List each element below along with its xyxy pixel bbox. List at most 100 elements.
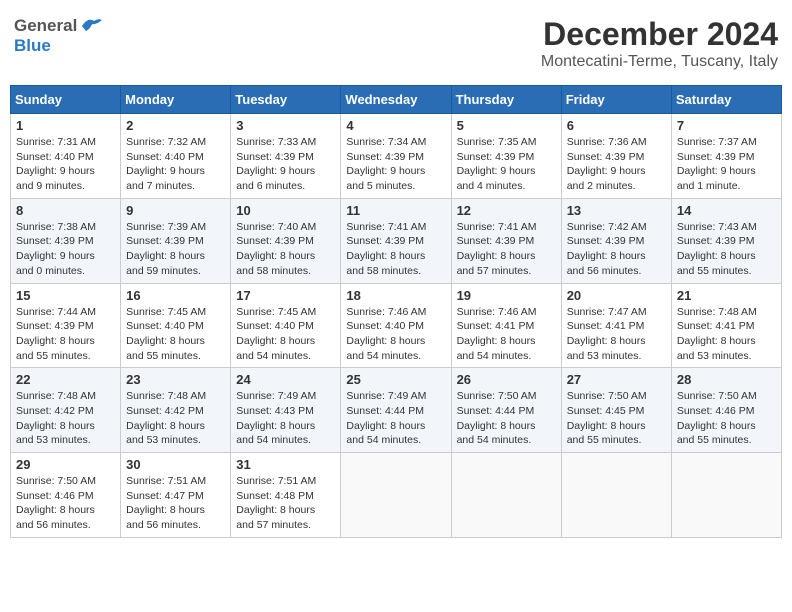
day-number: 8 — [16, 203, 115, 218]
day-info: Sunrise: 7:43 AMSunset: 4:39 PMDaylight:… — [677, 220, 776, 279]
logo-general: General — [14, 16, 77, 36]
col-header-tuesday: Tuesday — [231, 86, 341, 114]
calendar-cell: 1 Sunrise: 7:31 AMSunset: 4:40 PMDaylight… — [11, 114, 121, 199]
calendar-cell: 29 Sunrise: 7:50 AMSunset: 4:46 PMDayligh… — [11, 453, 121, 538]
day-info: Sunrise: 7:41 AMSunset: 4:39 PMDaylight:… — [457, 220, 556, 279]
day-number: 4 — [346, 118, 445, 133]
calendar-cell — [671, 453, 781, 538]
day-number: 18 — [346, 288, 445, 303]
calendar-week-3: 15 Sunrise: 7:44 AMSunset: 4:39 PMDayligh… — [11, 283, 782, 368]
location-title: Montecatini-Terme, Tuscany, Italy — [541, 53, 778, 71]
calendar-cell: 30 Sunrise: 7:51 AMSunset: 4:47 PMDayligh… — [121, 453, 231, 538]
calendar-cell: 20 Sunrise: 7:47 AMSunset: 4:41 PMDayligh… — [561, 283, 671, 368]
day-number: 27 — [567, 372, 666, 387]
day-number: 23 — [126, 372, 225, 387]
calendar-cell: 5 Sunrise: 7:35 AMSunset: 4:39 PMDaylight… — [451, 114, 561, 199]
day-info: Sunrise: 7:40 AMSunset: 4:39 PMDaylight:… — [236, 220, 335, 279]
day-number: 17 — [236, 288, 335, 303]
day-number: 29 — [16, 457, 115, 472]
day-number: 15 — [16, 288, 115, 303]
day-info: Sunrise: 7:51 AMSunset: 4:47 PMDaylight:… — [126, 474, 225, 533]
col-header-wednesday: Wednesday — [341, 86, 451, 114]
day-number: 20 — [567, 288, 666, 303]
day-info: Sunrise: 7:33 AMSunset: 4:39 PMDaylight:… — [236, 135, 335, 194]
calendar-week-4: 22Sunrise: 7:48 AMSunset: 4:42 PMDayligh… — [11, 368, 782, 453]
calendar-header-row: SundayMondayTuesdayWednesdayThursdayFrid… — [11, 86, 782, 114]
day-number: 13 — [567, 203, 666, 218]
calendar-cell: 22Sunrise: 7:48 AMSunset: 4:42 PMDayligh… — [11, 368, 121, 453]
day-info: Sunrise: 7:48 AMSunset: 4:42 PMDaylight:… — [16, 389, 115, 448]
logo-bird-icon — [80, 17, 102, 35]
day-number: 25 — [346, 372, 445, 387]
day-info: Sunrise: 7:50 AMSunset: 4:45 PMDaylight:… — [567, 389, 666, 448]
calendar-cell: 9 Sunrise: 7:39 AMSunset: 4:39 PMDaylight… — [121, 198, 231, 283]
day-info: Sunrise: 7:50 AMSunset: 4:46 PMDaylight:… — [677, 389, 776, 448]
day-number: 26 — [457, 372, 556, 387]
day-number: 3 — [236, 118, 335, 133]
day-info: Sunrise: 7:37 AMSunset: 4:39 PMDaylight:… — [677, 135, 776, 194]
day-info: Sunrise: 7:45 AMSunset: 4:40 PMDaylight:… — [236, 305, 335, 364]
col-header-friday: Friday — [561, 86, 671, 114]
day-info: Sunrise: 7:44 AMSunset: 4:39 PMDaylight:… — [16, 305, 115, 364]
day-info: Sunrise: 7:38 AMSunset: 4:39 PMDaylight:… — [16, 220, 115, 279]
day-info: Sunrise: 7:46 AMSunset: 4:40 PMDaylight:… — [346, 305, 445, 364]
day-number: 31 — [236, 457, 335, 472]
calendar-cell: 27 Sunrise: 7:50 AMSunset: 4:45 PMDayligh… — [561, 368, 671, 453]
calendar: SundayMondayTuesdayWednesdayThursdayFrid… — [10, 85, 782, 538]
calendar-cell — [561, 453, 671, 538]
day-number: 9 — [126, 203, 225, 218]
day-info: Sunrise: 7:42 AMSunset: 4:39 PMDaylight:… — [567, 220, 666, 279]
day-info: Sunrise: 7:50 AMSunset: 4:46 PMDaylight:… — [16, 474, 115, 533]
logo: General Blue — [14, 16, 102, 56]
day-number: 1 — [16, 118, 115, 133]
day-info: Sunrise: 7:50 AMSunset: 4:44 PMDaylight:… — [457, 389, 556, 448]
day-info: Sunrise: 7:47 AMSunset: 4:41 PMDaylight:… — [567, 305, 666, 364]
day-number: 14 — [677, 203, 776, 218]
calendar-cell: 12Sunrise: 7:41 AMSunset: 4:39 PMDayligh… — [451, 198, 561, 283]
day-number: 7 — [677, 118, 776, 133]
calendar-cell: 21Sunrise: 7:48 AMSunset: 4:41 PMDayligh… — [671, 283, 781, 368]
calendar-cell: 6 Sunrise: 7:36 AMSunset: 4:39 PMDaylight… — [561, 114, 671, 199]
day-info: Sunrise: 7:39 AMSunset: 4:39 PMDaylight:… — [126, 220, 225, 279]
day-info: Sunrise: 7:45 AMSunset: 4:40 PMDaylight:… — [126, 305, 225, 364]
calendar-cell: 31 Sunrise: 7:51 AMSunset: 4:48 PMDayligh… — [231, 453, 341, 538]
col-header-monday: Monday — [121, 86, 231, 114]
day-info: Sunrise: 7:46 AMSunset: 4:41 PMDaylight:… — [457, 305, 556, 364]
calendar-cell: 25 Sunrise: 7:49 AMSunset: 4:44 PMDayligh… — [341, 368, 451, 453]
calendar-cell: 11Sunrise: 7:41 AMSunset: 4:39 PMDayligh… — [341, 198, 451, 283]
calendar-week-2: 8 Sunrise: 7:38 AMSunset: 4:39 PMDaylight… — [11, 198, 782, 283]
day-number: 2 — [126, 118, 225, 133]
calendar-cell: 2 Sunrise: 7:32 AMSunset: 4:40 PMDaylight… — [121, 114, 231, 199]
header: General Blue December 2024 Montecatini-T… — [10, 10, 782, 77]
day-info: Sunrise: 7:31 AMSunset: 4:40 PMDaylight:… — [16, 135, 115, 194]
calendar-cell: 24 Sunrise: 7:49 AMSunset: 4:43 PMDayligh… — [231, 368, 341, 453]
title-area: December 2024 Montecatini-Terme, Tuscany… — [541, 16, 778, 71]
day-number: 30 — [126, 457, 225, 472]
calendar-cell: 3 Sunrise: 7:33 AMSunset: 4:39 PMDaylight… — [231, 114, 341, 199]
calendar-week-1: 1 Sunrise: 7:31 AMSunset: 4:40 PMDaylight… — [11, 114, 782, 199]
day-number: 19 — [457, 288, 556, 303]
day-number: 6 — [567, 118, 666, 133]
day-number: 16 — [126, 288, 225, 303]
calendar-cell — [451, 453, 561, 538]
day-info: Sunrise: 7:48 AMSunset: 4:42 PMDaylight:… — [126, 389, 225, 448]
calendar-cell — [341, 453, 451, 538]
col-header-thursday: Thursday — [451, 86, 561, 114]
day-number: 24 — [236, 372, 335, 387]
day-info: Sunrise: 7:49 AMSunset: 4:44 PMDaylight:… — [346, 389, 445, 448]
calendar-cell: 18 Sunrise: 7:46 AMSunset: 4:40 PMDayligh… — [341, 283, 451, 368]
day-info: Sunrise: 7:51 AMSunset: 4:48 PMDaylight:… — [236, 474, 335, 533]
calendar-cell: 17 Sunrise: 7:45 AMSunset: 4:40 PMDayligh… — [231, 283, 341, 368]
day-info: Sunrise: 7:48 AMSunset: 4:41 PMDaylight:… — [677, 305, 776, 364]
day-number: 5 — [457, 118, 556, 133]
day-info: Sunrise: 7:32 AMSunset: 4:40 PMDaylight:… — [126, 135, 225, 194]
calendar-cell: 15 Sunrise: 7:44 AMSunset: 4:39 PMDayligh… — [11, 283, 121, 368]
day-info: Sunrise: 7:35 AMSunset: 4:39 PMDaylight:… — [457, 135, 556, 194]
day-number: 10 — [236, 203, 335, 218]
calendar-cell: 23 Sunrise: 7:48 AMSunset: 4:42 PMDayligh… — [121, 368, 231, 453]
day-info: Sunrise: 7:34 AMSunset: 4:39 PMDaylight:… — [346, 135, 445, 194]
day-info: Sunrise: 7:49 AMSunset: 4:43 PMDaylight:… — [236, 389, 335, 448]
calendar-cell: 26 Sunrise: 7:50 AMSunset: 4:44 PMDayligh… — [451, 368, 561, 453]
logo-blue: Blue — [14, 36, 51, 56]
day-info: Sunrise: 7:36 AMSunset: 4:39 PMDaylight:… — [567, 135, 666, 194]
